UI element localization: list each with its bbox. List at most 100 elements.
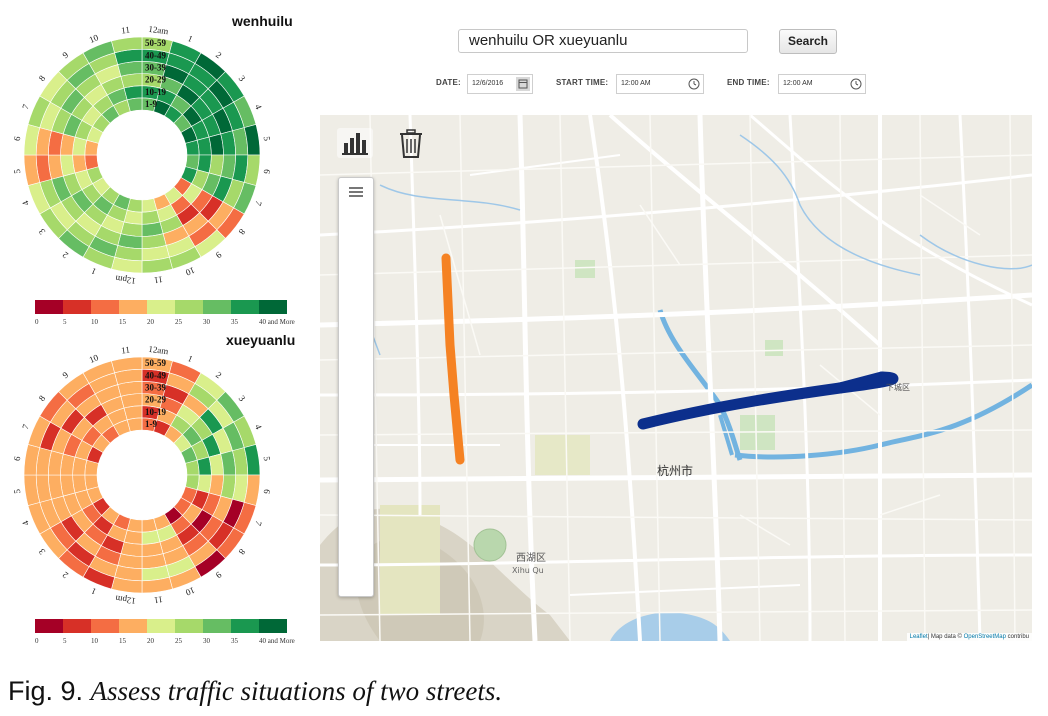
radial-cell — [72, 474, 88, 494]
clock-icon[interactable] — [849, 77, 863, 91]
hour-label: 8 — [37, 393, 48, 403]
legend-swatch — [119, 300, 147, 314]
legend-swatch — [231, 619, 259, 633]
legend-tick: 20 — [147, 318, 155, 326]
hour-label: 1 — [90, 586, 98, 597]
hour-label: 1 — [186, 33, 194, 44]
radial-chart-wenhuilu: 12am 1 2 3 4 5 6 7 8 9 10 11 12pm 1 2 3 4 5 6 7 8 9 10 11 50-59 4… — [12, 24, 273, 287]
hour-label: 9 — [213, 570, 223, 581]
clock-icon[interactable] — [687, 77, 701, 91]
hour-label: 2 — [60, 250, 70, 261]
stadium — [473, 528, 507, 562]
ring-label: 10-19 — [145, 87, 166, 97]
radial-cell — [141, 529, 161, 545]
hour-label: 9 — [213, 250, 223, 261]
end-time-value: 12:00 AM — [783, 80, 813, 87]
leaflet-link[interactable]: Leaflet — [910, 634, 928, 640]
legend-tick: 0 — [35, 318, 39, 326]
legend-swatch — [147, 619, 175, 633]
map-district-label: 西湖区 — [516, 552, 546, 564]
radial-cell — [141, 209, 161, 225]
ring-label: 20-29 — [145, 395, 166, 405]
date-field[interactable]: 12/6/2016 — [467, 74, 533, 94]
ring-label: 30-39 — [145, 62, 166, 72]
hour-label: 2 — [214, 50, 224, 61]
legend-swatch — [203, 300, 231, 314]
hour-label: 12pm — [115, 594, 137, 607]
bar-chart-icon[interactable] — [336, 127, 374, 159]
end-time-field[interactable]: 12:00 AM — [778, 74, 866, 94]
legend-tick: 5 — [63, 318, 67, 326]
legend-tick: 30 — [203, 637, 211, 645]
legend-swatch — [119, 619, 147, 633]
search-button[interactable]: Search — [779, 29, 837, 54]
side-panel[interactable] — [338, 177, 374, 597]
legend-tick: 10 — [91, 318, 99, 326]
ring-label: 50-59 — [145, 358, 166, 368]
hour-label: 2 — [60, 570, 70, 581]
park-area — [575, 260, 595, 278]
start-time-value: 12:00 AM — [621, 80, 651, 87]
hour-label: 11 — [153, 274, 163, 285]
hour-label: 10 — [88, 352, 101, 365]
hour-label: 1 — [186, 353, 194, 364]
ring-label: 40-49 — [145, 50, 166, 60]
ring-label: 40-49 — [145, 370, 166, 380]
hour-label: 7 — [20, 102, 31, 110]
map-district-pinyin: Xihu Qu — [512, 566, 544, 575]
legend-tick: 35 — [231, 318, 239, 326]
legend-swatch — [259, 300, 287, 314]
legend-swatch — [63, 300, 91, 314]
legend-swatch — [91, 300, 119, 314]
hour-label: 3 — [36, 546, 47, 556]
hour-label: 11 — [153, 594, 163, 605]
figure-caption: Fig. 9. Assess traffic situations of two… — [8, 676, 502, 707]
search-input[interactable]: wenhuilu OR xueyuanlu — [458, 29, 748, 53]
hour-label: 6 — [262, 169, 273, 175]
street-wenhuilu — [441, 253, 465, 465]
hour-label: 5 — [12, 488, 23, 494]
legend-tick: 15 — [119, 318, 127, 326]
hour-label: 5 — [262, 456, 273, 462]
date-value: 12/6/2016 — [472, 80, 504, 87]
legend-tick: 15 — [119, 637, 127, 645]
legend-swatch — [175, 300, 203, 314]
hour-label: 5 — [12, 168, 23, 174]
legend-tick: 40 and More — [259, 637, 295, 645]
hour-label: 12pm — [115, 274, 137, 287]
park-area — [765, 340, 783, 356]
legend-swatch — [259, 619, 287, 633]
legend-tick: 0 — [35, 637, 39, 645]
radial-cell — [123, 85, 143, 101]
hour-label: 10 — [88, 32, 101, 45]
osm-link[interactable]: OpenStreetMap — [964, 634, 1006, 640]
ring-label: 1-9 — [145, 419, 157, 429]
radial-cell — [196, 136, 212, 156]
map-city-label: 杭州市 — [657, 463, 693, 478]
legend-tick: 30 — [203, 318, 211, 326]
hour-label: 4 — [253, 423, 264, 431]
hour-label: 8 — [236, 547, 247, 557]
hour-label: 12am — [148, 344, 169, 357]
calendar-icon[interactable] — [516, 77, 530, 91]
radial-center — [98, 431, 186, 519]
end-time-label: END TIME: — [727, 78, 770, 87]
map-base-layer: 杭州市 西湖区 Xihu Qu 下城区 — [320, 115, 1032, 641]
figure-caption-text: Assess traffic situations of two streets… — [90, 676, 503, 706]
legend-tick: 20 — [147, 637, 155, 645]
hour-label: 11 — [121, 345, 131, 356]
hour-label: 4 — [20, 199, 31, 207]
radial-center — [98, 111, 186, 199]
hour-label: 3 — [237, 393, 248, 403]
attribution-more: contribu — [1005, 634, 1029, 640]
hour-label: 2 — [214, 370, 224, 381]
map-view[interactable]: 杭州市 西湖区 Xihu Qu 下城区 Leaflet| Map data © … — [320, 115, 1032, 641]
menu-icon[interactable] — [346, 185, 366, 199]
start-time-field[interactable]: 12:00 AM — [616, 74, 704, 94]
color-legend-2: 0 5 10 15 20 25 30 35 40 and More — [35, 619, 295, 645]
radial-cell — [196, 456, 212, 476]
legend-swatch — [231, 300, 259, 314]
ring-label: 1-9 — [145, 99, 157, 109]
hour-label: 3 — [36, 226, 47, 236]
trash-icon[interactable] — [398, 129, 424, 159]
